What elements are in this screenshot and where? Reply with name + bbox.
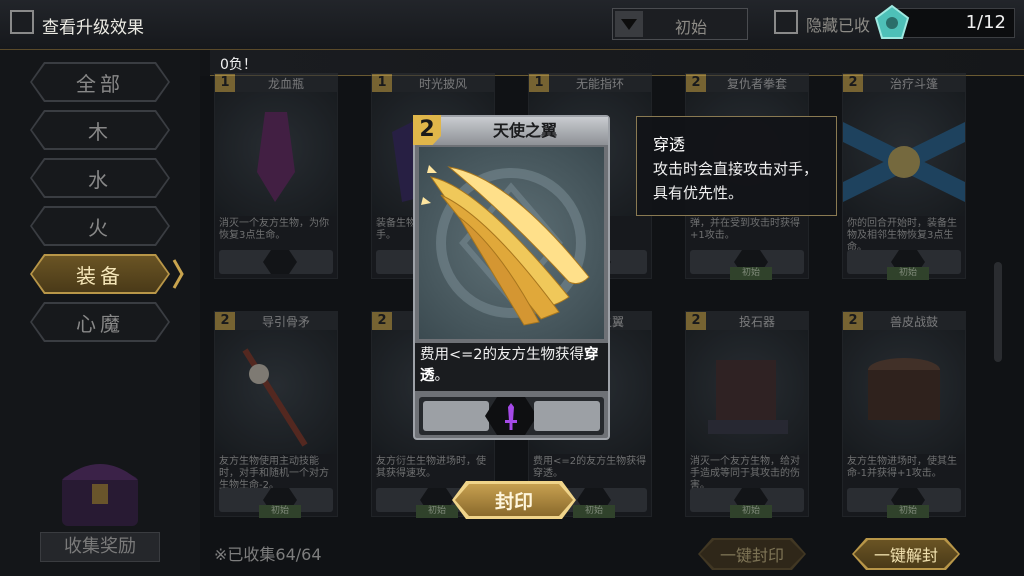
keyword-tooltip: 穿透 攻击时会直接攻击对手，具有优先性。 [636, 116, 837, 216]
card-cost: 2 [843, 312, 863, 330]
popup-description: 费用<=2的友方生物获得穿透。 [415, 343, 608, 391]
chevron-down-icon [615, 11, 643, 37]
card-name: 无能指环 [575, 76, 624, 91]
collect-reward-button[interactable]: 收集奖励 [40, 532, 160, 562]
card-cost: 2 [686, 312, 706, 330]
view-upgrade-checkbox[interactable] [10, 10, 34, 34]
card-art [215, 330, 337, 454]
card-bar: 初始 [847, 488, 961, 518]
card-desc: 消灭一个友方生物，为你恢复3点生命。 [219, 218, 329, 241]
category-all[interactable]: 全部 [30, 62, 170, 102]
category-water[interactable]: 水 [30, 158, 170, 198]
card-art [843, 330, 965, 454]
popup-card-cost: 2 [413, 115, 441, 145]
popup-card-name: 天使之翼 [492, 121, 557, 140]
card-name: 兽皮战鼓 [889, 314, 938, 329]
card-name: 时光披风 [418, 76, 467, 91]
category-label: 火 [32, 208, 168, 244]
card-art [686, 330, 808, 454]
popup-header: 天使之翼 [415, 117, 608, 145]
seal-button[interactable]: 封印 [452, 481, 576, 519]
unseal-all-button[interactable]: 一键解封 [852, 538, 960, 570]
tooltip-title: 穿透 [653, 135, 686, 154]
card-guiding-bone-spear[interactable]: 2 导引骨矛 友方生物使用主动技能时，对手和随机一个对方生物生命-2。 初始 [214, 311, 338, 518]
category-heart-demon[interactable]: 心魔 [30, 302, 170, 342]
seal-label: 封印 [455, 484, 573, 516]
card-detail-popup: 天使之翼 2 费用<=2的友方生物获得穿透。 [413, 115, 610, 440]
hide-collected-label: 隐藏已收 [806, 16, 871, 35]
card-cost: 2 [372, 312, 392, 330]
popup-desc-text: 费用<=2的友方生物获得 [420, 347, 585, 363]
angel-wings-art [419, 147, 604, 339]
top-bar [0, 0, 1024, 50]
category-label: 木 [32, 112, 168, 148]
sort-value: 初始 [675, 18, 708, 37]
sword-icon [501, 401, 521, 431]
card-cost: 1 [529, 74, 549, 92]
card-name: 导引骨矛 [261, 314, 310, 329]
card-name: 复仇者拳套 [726, 76, 787, 91]
card-tag: 初始 [730, 267, 772, 280]
category-label: 装备 [32, 256, 168, 292]
popup-desc-suffix: 。 [434, 368, 450, 384]
popup-card-bar [419, 397, 604, 435]
card-tag: 初始 [730, 505, 772, 518]
seal-all-button[interactable]: 一键封印 [698, 538, 806, 570]
card-bar: 初始 [690, 250, 804, 280]
progress-text: 1/12 [965, 12, 1006, 33]
popup-bar-left [423, 401, 489, 431]
card-cost: 2 [843, 74, 863, 92]
card-cost: 1 [372, 74, 392, 92]
card-desc: 你的回合开始时，装备生物及相邻生物恢复3点生命。 [847, 218, 957, 253]
card-tag: 初始 [887, 505, 929, 518]
category-equipment[interactable]: 装备 [30, 254, 170, 294]
scrollbar[interactable] [994, 262, 1002, 362]
card-bar [219, 250, 333, 274]
card-tag: 初始 [259, 505, 301, 518]
card-art [843, 92, 965, 216]
card-cost: 2 [215, 312, 235, 330]
card-tag: 初始 [887, 267, 929, 280]
sort-dropdown[interactable]: 初始 [612, 8, 748, 40]
crystal-icon [874, 4, 910, 40]
card-healing-cloak[interactable]: 2 治疗斗篷 你的回合开始时，装备生物及相邻生物恢复3点生命。 初始 [842, 73, 966, 280]
card-cost: 1 [215, 74, 235, 92]
unseal-all-label: 一键解封 [854, 540, 958, 568]
category-fire[interactable]: 火 [30, 206, 170, 246]
progress-counter: 1/12 [893, 8, 1015, 38]
card-bar: 初始 [219, 488, 333, 518]
banner-text: 0负！ [220, 57, 257, 73]
chevron-right-icon [172, 258, 184, 290]
card-art [215, 92, 337, 216]
card-tag: 初始 [573, 505, 615, 518]
treasure-chest-icon[interactable] [52, 446, 148, 532]
collected-count: ※已收集64/64 [214, 545, 322, 564]
popup-bar-right [534, 401, 600, 431]
card-desc: 弹，并在受到攻击时获得+1攻击。 [690, 218, 800, 241]
card-bar: 初始 [690, 488, 804, 518]
card-desc: 友方生物进场时，使其生命-1并获得+1攻击。 [847, 456, 957, 479]
seal-all-label: 一键封印 [700, 540, 804, 568]
hide-collected-checkbox[interactable] [774, 10, 798, 34]
card-hide-war-drum[interactable]: 2 兽皮战鼓 友方生物进场时，使其生命-1并获得+1攻击。 初始 [842, 311, 966, 518]
category-label: 水 [32, 160, 168, 196]
card-cost: 2 [686, 74, 706, 92]
category-label: 全部 [32, 64, 168, 100]
view-upgrade-label: 查看升级效果 [42, 18, 144, 38]
card-dragon-blood-vial[interactable]: 1 龙血瓶 消灭一个友方生物，为你恢复3点生命。 [214, 73, 338, 279]
category-label: 心魔 [32, 304, 168, 340]
card-name: 投石器 [738, 314, 775, 329]
card-tag: 初始 [416, 505, 458, 518]
card-bar: 初始 [847, 250, 961, 280]
card-desc: 消灭一个友方生物，给对手造成等同于其攻击的伤害。 [690, 456, 800, 491]
card-desc: 友方生物使用主动技能时，对手和随机一个对方生物生命-2。 [219, 456, 329, 491]
category-wood[interactable]: 木 [30, 110, 170, 150]
card-catapult[interactable]: 2 投石器 消灭一个友方生物，给对手造成等同于其攻击的伤害。 初始 [685, 311, 809, 518]
card-name: 治疗斗篷 [889, 76, 938, 91]
tooltip-body: 攻击时会直接攻击对手，具有优先性。 [653, 160, 819, 202]
card-name: 龙血瓶 [267, 76, 304, 91]
